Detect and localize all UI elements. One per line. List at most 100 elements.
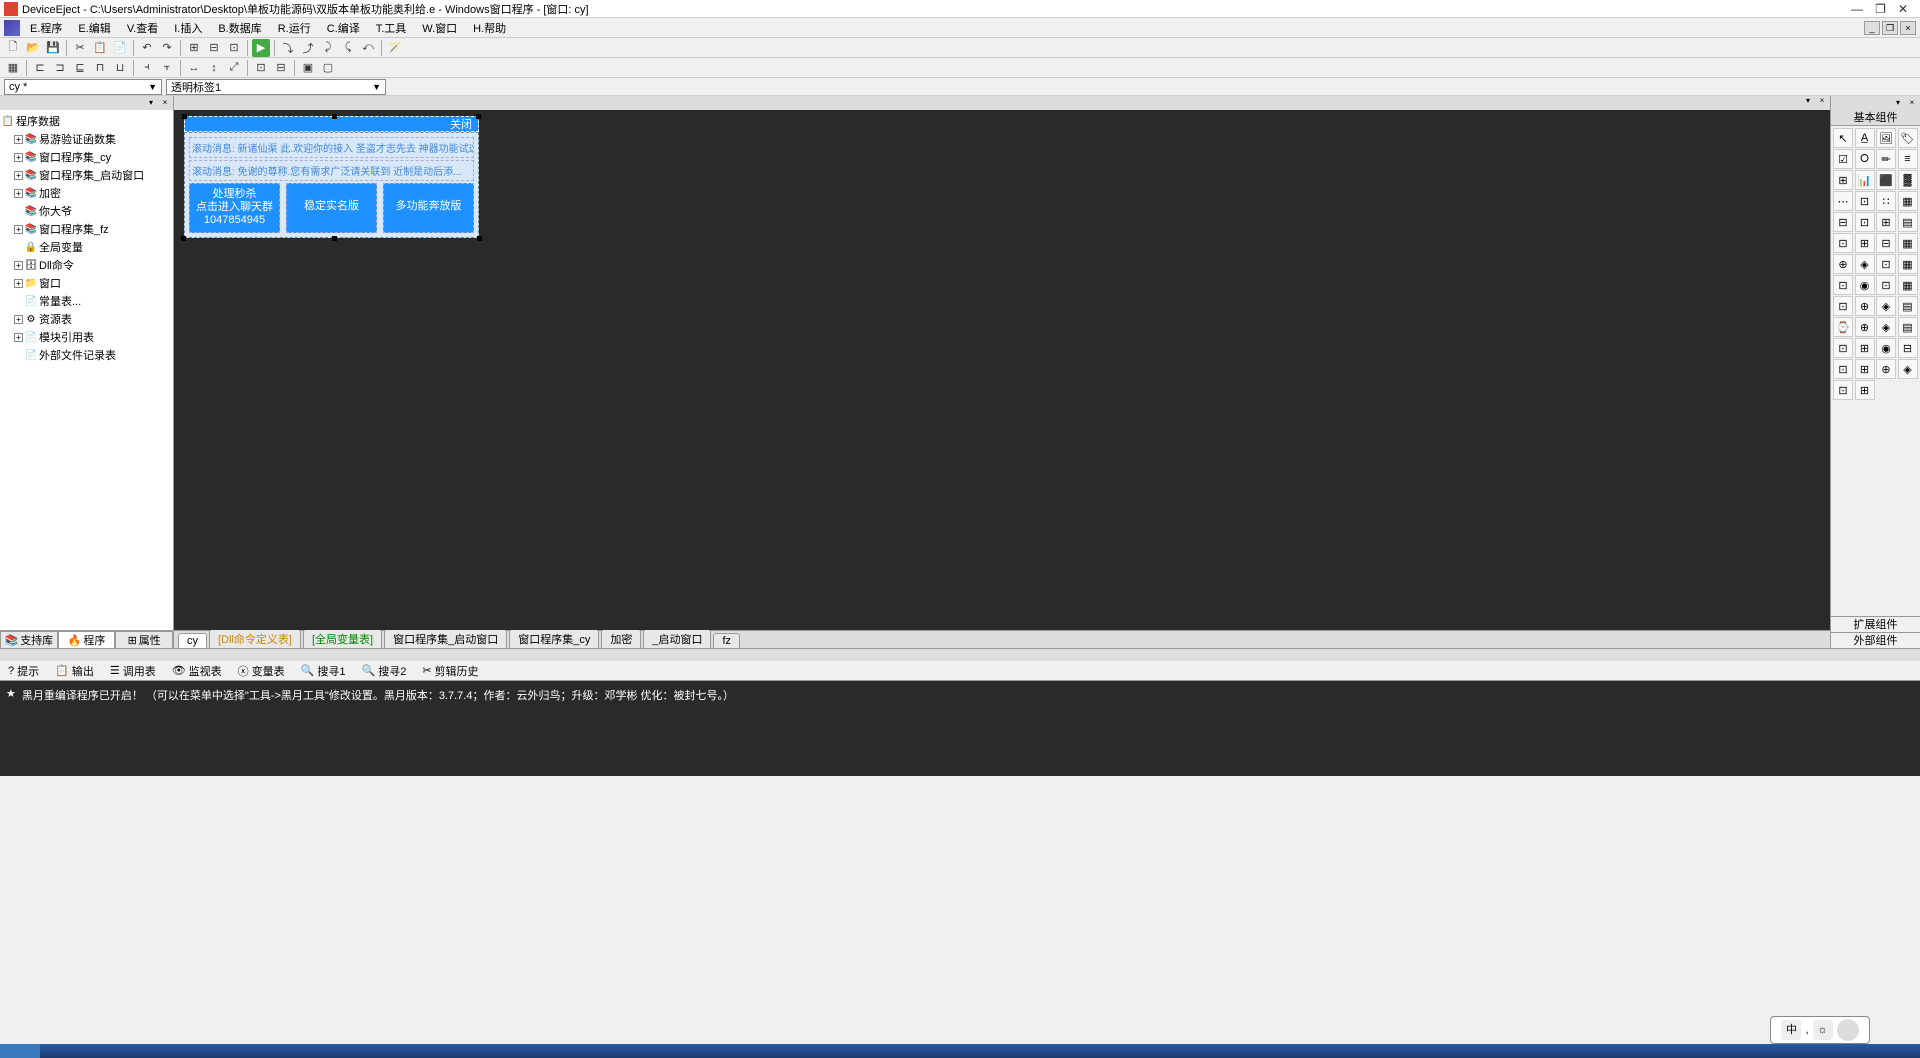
- editor-close-icon[interactable]: ×: [1816, 96, 1828, 106]
- toolbox-item[interactable]: ≡: [1898, 149, 1918, 169]
- redo-icon[interactable]: ↷: [158, 39, 176, 57]
- size-h-icon[interactable]: ↕: [205, 59, 223, 77]
- toolbox-item[interactable]: ⭘: [1855, 149, 1875, 169]
- open-icon[interactable]: 📂: [24, 39, 42, 57]
- btab-vars[interactable]: ⓧ变量表: [234, 661, 289, 681]
- toolbox-item[interactable]: ⊞: [1855, 359, 1875, 379]
- toolbox-item[interactable]: ⊕: [1855, 296, 1875, 316]
- panel-close-icon[interactable]: ×: [159, 98, 171, 108]
- scroll-label-2[interactable]: 滚动消息: 免谢的尊称.您有需求广泛请关联到 近制是动后添...: [189, 160, 474, 181]
- taskbar[interactable]: [0, 1044, 1920, 1058]
- tree-item[interactable]: +🗄Dll命令: [2, 256, 171, 274]
- align-mid-icon[interactable]: ⊔: [111, 59, 129, 77]
- layout3-icon[interactable]: ⊡: [225, 39, 243, 57]
- toolbox-item[interactable]: ⌚: [1833, 317, 1853, 337]
- start-button[interactable]: [0, 1044, 40, 1058]
- ime-indicator[interactable]: 中 , ☼: [1770, 1016, 1870, 1044]
- expand-icon[interactable]: +: [14, 333, 23, 342]
- menu-view[interactable]: V.查看: [121, 20, 164, 36]
- dist-v-icon[interactable]: ⫟: [158, 59, 176, 77]
- menu-program[interactable]: E.程序: [24, 20, 68, 36]
- align-center-icon[interactable]: ⊐: [51, 59, 69, 77]
- size-wh-icon[interactable]: ⤢: [225, 59, 243, 77]
- toolbox-item[interactable]: ⊕: [1876, 359, 1896, 379]
- toolbox-item[interactable]: ⋯: [1833, 191, 1853, 211]
- tree-item[interactable]: +📚窗口程序集_cy: [2, 148, 171, 166]
- step3-icon[interactable]: ⤸: [319, 39, 337, 57]
- align-top-icon[interactable]: ⊓: [91, 59, 109, 77]
- toolbox-item[interactable]: ⊡: [1833, 296, 1853, 316]
- toolbox-item[interactable]: ⊞: [1876, 212, 1896, 232]
- toolbox-item[interactable]: ⊞: [1855, 233, 1875, 253]
- scroll-label-1[interactable]: 滚动消息: 新诸仙渠 此.欢迎你的接入 圣盗才志先去 神器功能试这版: [189, 137, 474, 158]
- tab-properties[interactable]: ⊞属性: [115, 631, 173, 648]
- toolbox-item[interactable]: ☑: [1833, 149, 1853, 169]
- tree-item[interactable]: +📄模块引用表: [2, 328, 171, 346]
- tree-item[interactable]: +⚙资源表: [2, 310, 171, 328]
- btab-clipboard[interactable]: ✂剪辑历史: [418, 661, 482, 681]
- toolbox-item[interactable]: ⊞: [1833, 170, 1853, 190]
- toolbox-item[interactable]: ⊡: [1876, 275, 1896, 295]
- step4-icon[interactable]: ⤹: [339, 39, 357, 57]
- toolbox-item[interactable]: ⊡: [1833, 275, 1853, 295]
- menu-tools[interactable]: T.工具: [370, 20, 413, 36]
- toolbox-item[interactable]: 🏷: [1898, 128, 1918, 148]
- maximize-button[interactable]: ❐: [1875, 2, 1886, 16]
- editor-tab[interactable]: 加密: [601, 629, 641, 648]
- expand-icon[interactable]: +: [14, 315, 23, 324]
- align-left-icon[interactable]: ⊏: [31, 59, 49, 77]
- paste-icon[interactable]: 📄: [111, 39, 129, 57]
- toolbox-item[interactable]: ⊟: [1876, 233, 1896, 253]
- cut-icon[interactable]: ✂: [71, 39, 89, 57]
- tree-item[interactable]: +📚窗口程序集_启动窗口: [2, 166, 171, 184]
- close-button[interactable]: ✕: [1898, 2, 1908, 16]
- size-w-icon[interactable]: ↔: [185, 59, 203, 77]
- form-button-2[interactable]: 稳定实名版: [286, 183, 377, 233]
- toolbox-item[interactable]: 📊: [1855, 170, 1875, 190]
- wizard-icon[interactable]: 🪄: [386, 39, 404, 57]
- panel-dock-icon[interactable]: ▾: [145, 98, 157, 108]
- btab-output[interactable]: 📋输出: [51, 661, 98, 681]
- toolbox-item[interactable]: ▤: [1898, 317, 1918, 337]
- toolbox-item[interactable]: ⊕: [1855, 317, 1875, 337]
- form-designer-canvas[interactable]: 关闭 滚动消息: 新诸仙渠 此.欢迎你的接入 圣盗才志先去 神器功能试这版 滚动…: [174, 110, 1830, 630]
- toolbox-item[interactable]: ⊞: [1855, 338, 1875, 358]
- toolbox-item[interactable]: ◈: [1876, 317, 1896, 337]
- menu-compile[interactable]: C.编译: [321, 20, 366, 36]
- form-button-1[interactable]: 处理秒杀 点击进入聊天群 1047854945: [189, 183, 280, 233]
- form-body[interactable]: 滚动消息: 新诸仙渠 此.欢迎你的接入 圣盗才志先去 神器功能试这版 滚动消息:…: [184, 132, 479, 238]
- editor-tab[interactable]: [全局变量表]: [303, 629, 382, 648]
- project-tree[interactable]: 📋 程序数据 +📚易游验证函数集+📚窗口程序集_cy+📚窗口程序集_启动窗口+📚…: [0, 110, 173, 630]
- tree-root[interactable]: 📋 程序数据: [2, 112, 171, 130]
- toolbox-item[interactable]: ▤: [1898, 212, 1918, 232]
- toolbox-item[interactable]: ◉: [1876, 338, 1896, 358]
- grid-icon[interactable]: ▦: [4, 59, 22, 77]
- toolbox-item[interactable]: ⊟: [1833, 212, 1853, 232]
- tree-item[interactable]: +📚加密: [2, 184, 171, 202]
- toolbox-item[interactable]: ▦: [1898, 254, 1918, 274]
- align-right-icon[interactable]: ⊑: [71, 59, 89, 77]
- toolbox-item[interactable]: ⊡: [1833, 233, 1853, 253]
- tree-item[interactable]: 📚你大爷: [2, 202, 171, 220]
- new-icon[interactable]: 🗋: [4, 39, 22, 57]
- step5-icon[interactable]: ⤺: [359, 39, 377, 57]
- toolbox-item[interactable]: ◈: [1898, 359, 1918, 379]
- expand-icon[interactable]: +: [14, 279, 23, 288]
- toolbox-item[interactable]: ⬛: [1876, 170, 1896, 190]
- toolbox-item[interactable]: ↖: [1833, 128, 1853, 148]
- dist-h-icon[interactable]: ⫞: [138, 59, 156, 77]
- toolbox-item[interactable]: A̲: [1855, 128, 1875, 148]
- layout2-icon[interactable]: ⊟: [205, 39, 223, 57]
- expand-icon[interactable]: +: [14, 225, 23, 234]
- editor-tab[interactable]: fz: [713, 633, 740, 648]
- designed-form[interactable]: 关闭 滚动消息: 新诸仙渠 此.欢迎你的接入 圣盗才志先去 神器功能试这版 滚动…: [184, 116, 479, 238]
- tab-program[interactable]: 🔥程序: [58, 631, 116, 648]
- toolbox-item[interactable]: ⊡: [1855, 212, 1875, 232]
- expand-icon[interactable]: +: [14, 135, 23, 144]
- console-output[interactable]: ★ 黑月重编译程序已开启！ （可以在菜单中选择"工具->黑月工具"修改设置。黑月…: [0, 681, 1920, 776]
- menu-edit[interactable]: E.编辑: [72, 20, 116, 36]
- centerh-icon[interactable]: ⊡: [252, 59, 270, 77]
- ime-lang[interactable]: 中: [1781, 1020, 1801, 1040]
- tab-external[interactable]: 外部组件: [1831, 632, 1920, 648]
- btab-calls[interactable]: ☰调用表: [106, 661, 160, 681]
